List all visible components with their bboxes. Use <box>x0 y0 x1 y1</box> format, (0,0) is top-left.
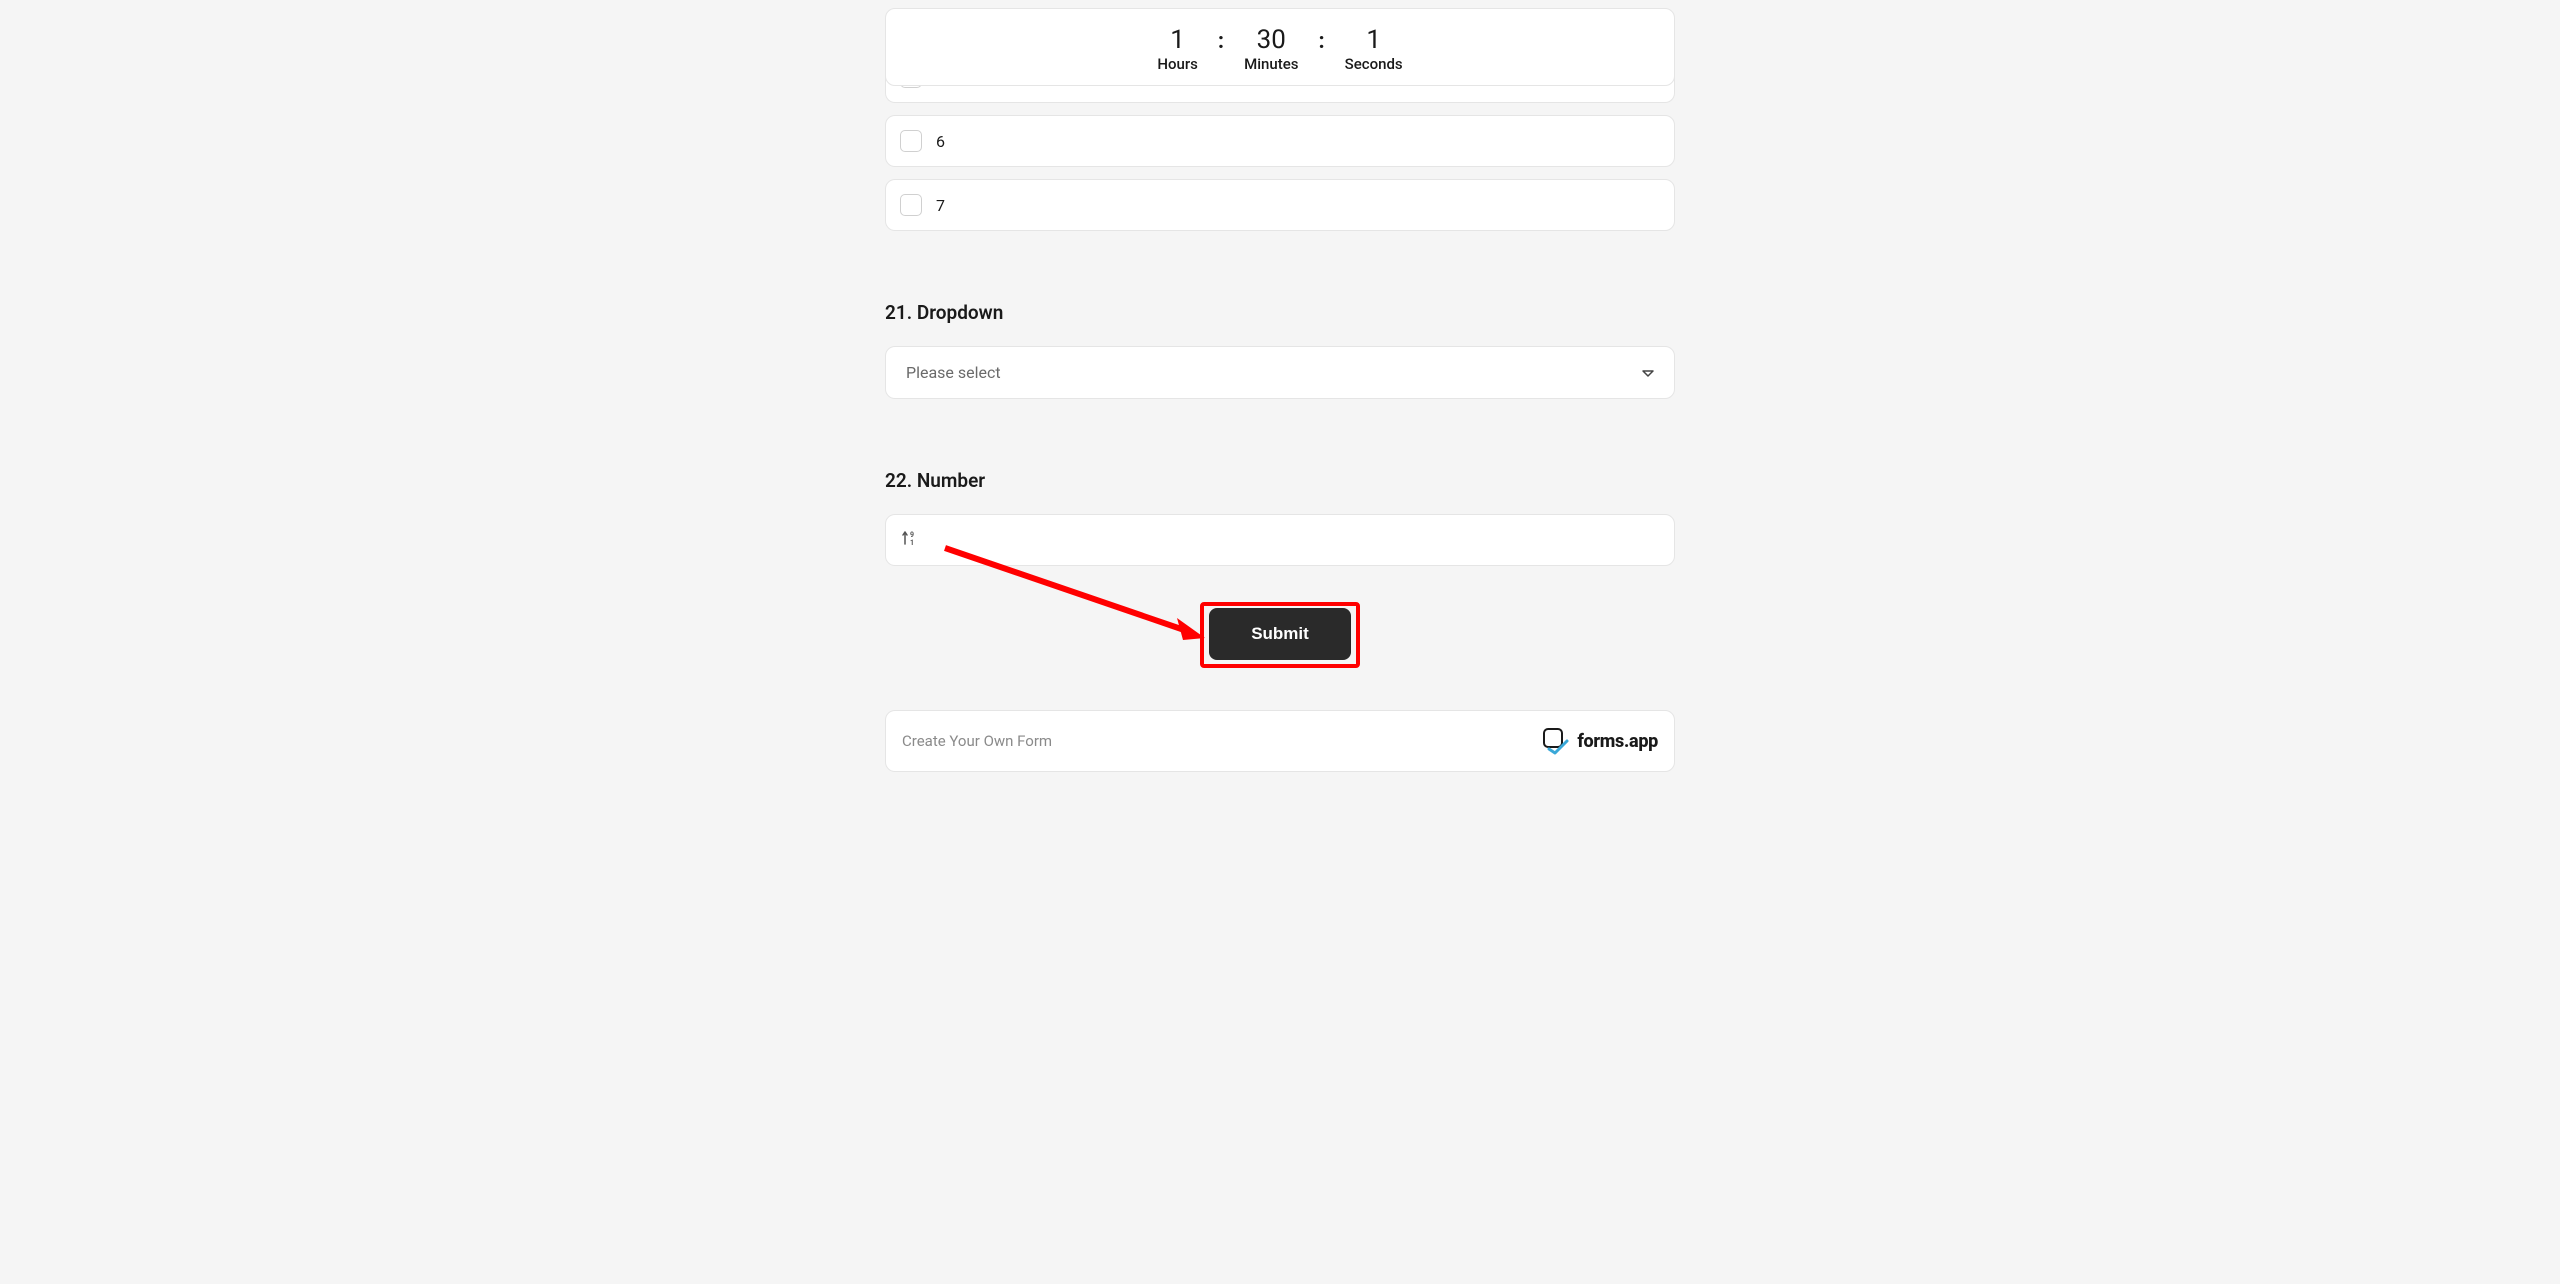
brand-text: forms.app <box>1577 731 1658 752</box>
option-label: 7 <box>936 196 945 215</box>
timer-minutes: 30 Minutes <box>1244 27 1298 73</box>
timer-seconds: 1 Seconds <box>1345 27 1403 73</box>
footer-card: Create Your Own Form forms.app <box>885 710 1675 772</box>
timer-hours-value: 1 <box>1157 27 1198 53</box>
question-title-number: 22. Number <box>885 469 1675 492</box>
forms-app-icon <box>1541 727 1571 755</box>
number-input[interactable]: 9 1 <box>885 514 1675 566</box>
timer-minutes-label: Minutes <box>1244 55 1298 73</box>
submit-wrapper: Submit <box>885 608 1675 660</box>
timer-hours-label: Hours <box>1157 55 1198 73</box>
submit-button[interactable]: Submit <box>1209 608 1351 660</box>
timer-bar: 1 Hours : 30 Minutes : 1 Seconds <box>885 8 1675 86</box>
checkbox[interactable] <box>900 194 922 216</box>
timer-colon: : <box>1318 29 1324 54</box>
timer-hours: 1 Hours <box>1157 27 1198 73</box>
checkbox[interactable] <box>900 130 922 152</box>
option-row[interactable]: 6 <box>885 115 1675 167</box>
brand-logo[interactable]: forms.app <box>1541 727 1658 755</box>
option-label: 6 <box>936 132 945 151</box>
timer-seconds-value: 1 <box>1345 27 1403 53</box>
timer-colon: : <box>1218 29 1224 54</box>
chevron-down-icon <box>1642 363 1654 382</box>
svg-text:1: 1 <box>910 539 914 547</box>
option-row[interactable]: 7 <box>885 179 1675 231</box>
create-form-link[interactable]: Create Your Own Form <box>902 732 1052 750</box>
timer-seconds-label: Seconds <box>1345 55 1403 73</box>
question-title-dropdown: 21. Dropdown <box>885 301 1675 324</box>
dropdown-select[interactable]: Please select <box>885 346 1675 399</box>
sort-numeric-icon: 9 1 <box>900 529 918 551</box>
svg-text:9: 9 <box>910 531 914 539</box>
timer-minutes-value: 30 <box>1244 27 1298 53</box>
dropdown-placeholder: Please select <box>906 363 1001 382</box>
